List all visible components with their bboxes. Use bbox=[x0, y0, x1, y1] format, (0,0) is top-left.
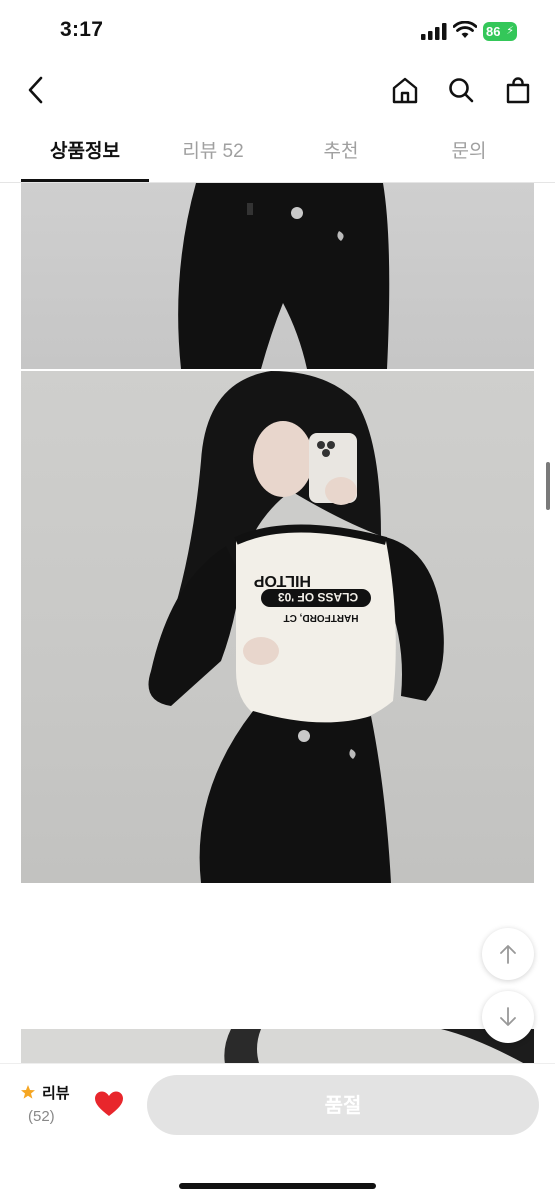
tab-product-info[interactable]: 상품정보 bbox=[21, 126, 149, 182]
tab-inquiry[interactable]: 문의 bbox=[405, 126, 533, 181]
product-tabs: 상품정보 리뷰 52 추천 문의 bbox=[0, 126, 555, 183]
bottom-action-bar: 리뷰 (52) 품절 bbox=[0, 1063, 555, 1201]
arrow-up-icon bbox=[500, 945, 516, 964]
product-photo-mirror-selfie: HILTOP CLASS OF '03 HARTFORD, CT bbox=[21, 371, 534, 883]
review-label: 리뷰 bbox=[42, 1085, 70, 1102]
wishlist-heart-icon[interactable] bbox=[94, 1090, 124, 1118]
back-button[interactable] bbox=[16, 70, 56, 110]
status-time: 3:17 bbox=[60, 18, 104, 41]
shirt-print-line3: HARTFORD, CT bbox=[284, 612, 359, 623]
home-icon bbox=[392, 77, 418, 104]
battery-level: 86 bbox=[486, 24, 501, 39]
home-button[interactable] bbox=[385, 70, 425, 110]
search-button[interactable] bbox=[441, 70, 481, 110]
scroll-to-bottom-button[interactable] bbox=[482, 991, 534, 1043]
tab-recommended[interactable]: 추천 bbox=[277, 126, 405, 181]
battery-indicator: 86 ⚡ bbox=[483, 22, 517, 41]
arrow-down-icon bbox=[500, 1007, 516, 1026]
product-detail-content[interactable]: HILTOP CLASS OF '03 HARTFORD, CT bbox=[0, 183, 555, 1063]
search-icon bbox=[449, 78, 474, 103]
shopping-bag-icon bbox=[506, 77, 530, 104]
wifi-icon bbox=[453, 21, 477, 38]
shirt-print-line1: HILTOP bbox=[253, 572, 311, 589]
chevron-left-icon bbox=[28, 76, 43, 104]
star-icon bbox=[21, 1085, 35, 1099]
cart-button[interactable] bbox=[498, 70, 538, 110]
navigation-bar bbox=[0, 62, 555, 118]
status-bar: 3:17 86 ⚡ bbox=[0, 0, 555, 62]
home-indicator bbox=[179, 1183, 376, 1189]
tab-reviews[interactable]: 리뷰 52 bbox=[149, 126, 277, 181]
review-count: (52) bbox=[28, 1108, 55, 1125]
sold-out-button[interactable]: 품절 bbox=[147, 1075, 539, 1135]
cellular-signal-icon bbox=[421, 23, 447, 40]
shirt-print-line2: CLASS OF '03 bbox=[278, 590, 359, 604]
product-photo-next bbox=[21, 1029, 534, 1063]
scroll-to-top-button[interactable] bbox=[482, 928, 534, 980]
charging-bolt-icon: ⚡ bbox=[506, 25, 514, 37]
scrollbar[interactable] bbox=[546, 462, 550, 510]
product-photo-jeans-closeup bbox=[21, 183, 534, 369]
